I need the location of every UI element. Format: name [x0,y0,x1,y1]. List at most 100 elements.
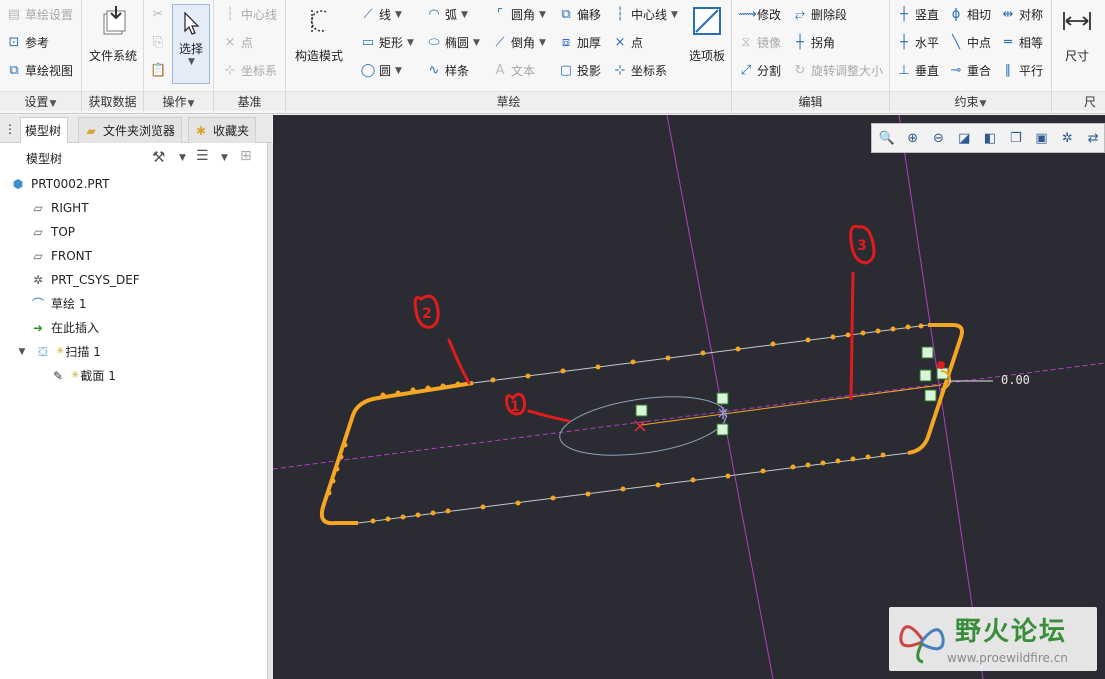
thicken-button[interactable]: ⧈ 加厚 [558,32,601,54]
corner-button[interactable]: ┼ 拐角 [792,32,835,54]
sweep-icon: ⛋ [38,345,48,359]
sketcher-display-icon[interactable]: ⇄ [1082,127,1104,149]
file-system-button[interactable]: 文件系统 [84,4,142,64]
svg-text:3: 3 [857,238,867,254]
tree-item-csys[interactable]: ✲ PRT_CSYS_DEF [30,269,140,291]
expand-arrow-icon[interactable]: ▼ [14,344,30,360]
graphics-canvas[interactable]: 2 1 3 0.00 🔍 ⊕ ⊖ ◪ ◧ ❐ ▣ ✲ ⇄ 野火论坛 www.pr… [273,115,1105,679]
refit-icon[interactable]: 🔍 [876,127,898,149]
group-datum: ┆ 中心线 × 点 ⊹ 坐标系 基准 [214,0,286,114]
spline-icon: ∿ [428,63,440,78]
equal-button[interactable]: ═ 相等 [1000,32,1043,54]
view-toolbar: 🔍 ⊕ ⊖ ◪ ◧ ❐ ▣ ✲ ⇄ [871,123,1105,153]
offset-button[interactable]: ⧉ 偏移 [558,4,601,26]
section-sketch-icon: ✎ [52,369,64,383]
fillet-button[interactable]: ⌜ 圆角 ▼ [492,4,546,26]
tree-item-root[interactable]: ⬢ PRT0002.PRT [10,173,110,195]
settings-dropdown-icon[interactable]: ▼ [179,153,186,163]
navigator-pin-icon[interactable]: ⋮⋮ [4,121,28,137]
saved-views-icon[interactable]: ❐ [1005,127,1027,149]
line-button[interactable]: ⟋ 线 ▼ [360,4,402,26]
corner-icon: ┼ [796,35,804,50]
perpendicular-button[interactable]: ⊥ 垂直 [896,60,939,82]
datum-csys-button[interactable]: ⊹ 坐标系 [222,60,277,82]
palette-button[interactable]: 选项板 [684,4,730,64]
sketch-centerline-button[interactable]: ┆ 中心线 ▼ [612,4,678,26]
delete-segment-button[interactable]: ⥂ 删除段 [792,4,847,26]
filter-icon[interactable]: ⊞ [240,148,252,164]
sketch-view-button[interactable]: ⧉ 草绘视图 [6,60,73,82]
navigator-tabs: ⋮⋮ 模型树 ▰ 文件夹浏览器 ✱ 收藏夹 [0,115,272,144]
midpoint-button[interactable]: ╲ 中点 [948,32,991,54]
dimension-button[interactable]: 尺寸 [1054,4,1100,64]
chamfer-icon: ⟋ [495,35,505,50]
coincident-button[interactable]: ⊸ 重合 [948,60,991,82]
text-button[interactable]: A 文本 [492,60,535,82]
zoom-in-icon[interactable]: ⊕ [902,127,924,149]
zoom-out-icon[interactable]: ⊖ [928,127,950,149]
mirror-button[interactable]: ⧖ 镜像 [738,32,781,54]
thicken-icon: ⧈ [561,35,571,50]
rotate-resize-icon: ↻ [794,63,806,78]
references-button[interactable]: ⊡ 参考 [6,32,49,54]
model-tree-panel: 模型树 ⚒ ▼ ☰ ▼ ⊞ ⬢ PRT0002.PRT ▱ RIGHT ▱ TOP ▱… [0,143,268,679]
construction-mode-button[interactable]: 构造模式 [288,4,350,64]
tree-item-sketch[interactable]: ⌒ 草绘 1 [30,293,86,315]
group-label-edit: 编辑 [732,91,889,111]
perpendicular-icon: ⊥ [898,63,910,78]
tangent-button[interactable]: ϕ 相切 [948,4,991,26]
datum-display-icon[interactable]: ✲ [1056,127,1078,149]
arc-button[interactable]: ◠ 弧 ▼ [426,4,468,26]
ellipse-button[interactable]: ⬭ 椭圆 ▼ [426,32,480,54]
dimension-value[interactable]: 0.00 [1001,373,1030,387]
trajectory-left-corner [319,381,474,526]
parallel-button[interactable]: ∥ 平行 [1000,60,1043,82]
tab-model-tree[interactable]: 模型树 [20,117,69,144]
sketch-csys-button[interactable]: ⊹ 坐标系 [612,60,667,82]
vertical-button[interactable]: ┼ 竖直 [896,4,939,26]
show-dropdown-icon[interactable]: ▼ [221,153,228,163]
divide-button[interactable]: ⤢ 分割 [738,60,781,82]
section-ellipse [559,396,727,456]
repaint-icon[interactable]: ◪ [953,127,975,149]
show-list-icon[interactable]: ☰ [196,148,209,164]
tree-item-right[interactable]: ▱ RIGHT [30,197,88,219]
display-style-icon[interactable]: ◧ [979,127,1001,149]
symmetric-button[interactable]: ⇹ 对称 [1000,4,1043,26]
settings-tools-icon[interactable]: ⚒ [152,148,165,166]
forum-watermark: 野火论坛 www.proewildfire.cn [889,607,1097,671]
group-label-setup[interactable]: 设置▼ [0,91,81,111]
horizontal-button[interactable]: ┼ 水平 [896,32,939,54]
cut-button[interactable]: ✂ [150,4,166,26]
tree-item-section[interactable]: ✎ ✳ 截面 1 [50,365,116,387]
group-label-operations[interactable]: 操作▼ [144,91,213,111]
datum-plane-icon: ▱ [33,249,43,263]
tab-folder-browser[interactable]: ▰ 文件夹浏览器 [78,117,183,143]
select-button[interactable]: 选择 ▼ [172,4,210,84]
tree-item-insert-here[interactable]: ➜ 在此插入 [30,317,99,339]
group-label-constrain[interactable]: 约束▼ [890,91,1051,111]
tree-item-front[interactable]: ▱ FRONT [30,245,92,267]
circle-button[interactable]: ◯ 圆 ▼ [360,60,402,82]
rotate-resize-button[interactable]: ↻ 旋转调整大小 [792,60,883,82]
copy-button[interactable]: ⎘ [150,32,166,54]
paste-button[interactable]: 📋 [150,60,166,82]
sketch-point-button[interactable]: × 点 [612,32,643,54]
svg-text:2: 2 [422,306,432,322]
datum-point-button[interactable]: × 点 [222,32,253,54]
project-button[interactable]: ▢ 投影 [558,60,601,82]
symmetric-icon: ⇹ [1002,7,1014,22]
sketch-setup-button[interactable]: ▤ 草绘设置 [6,4,73,26]
view-manager-icon[interactable]: ▣ [1031,127,1053,149]
datum-centerline-button[interactable]: ┆ 中心线 [222,4,277,26]
modify-button[interactable]: ⟿ 修改 [738,4,781,26]
rectangle-button[interactable]: ▭ 矩形 ▼ [360,32,414,54]
spline-button[interactable]: ∿ 样条 [426,60,469,82]
chamfer-button[interactable]: ⟋ 倒角 ▼ [492,32,546,54]
tab-favorites[interactable]: ✱ 收藏夹 [188,117,257,143]
new-feature-star-icon: ✳ [56,346,65,357]
tree-item-top[interactable]: ▱ TOP [30,221,75,243]
tree-item-sweep[interactable]: ▼ ⛋ ✳ 扫描 1 [14,341,101,363]
red-annotations [413,224,876,423]
coincident-icon: ⊸ [950,63,962,78]
